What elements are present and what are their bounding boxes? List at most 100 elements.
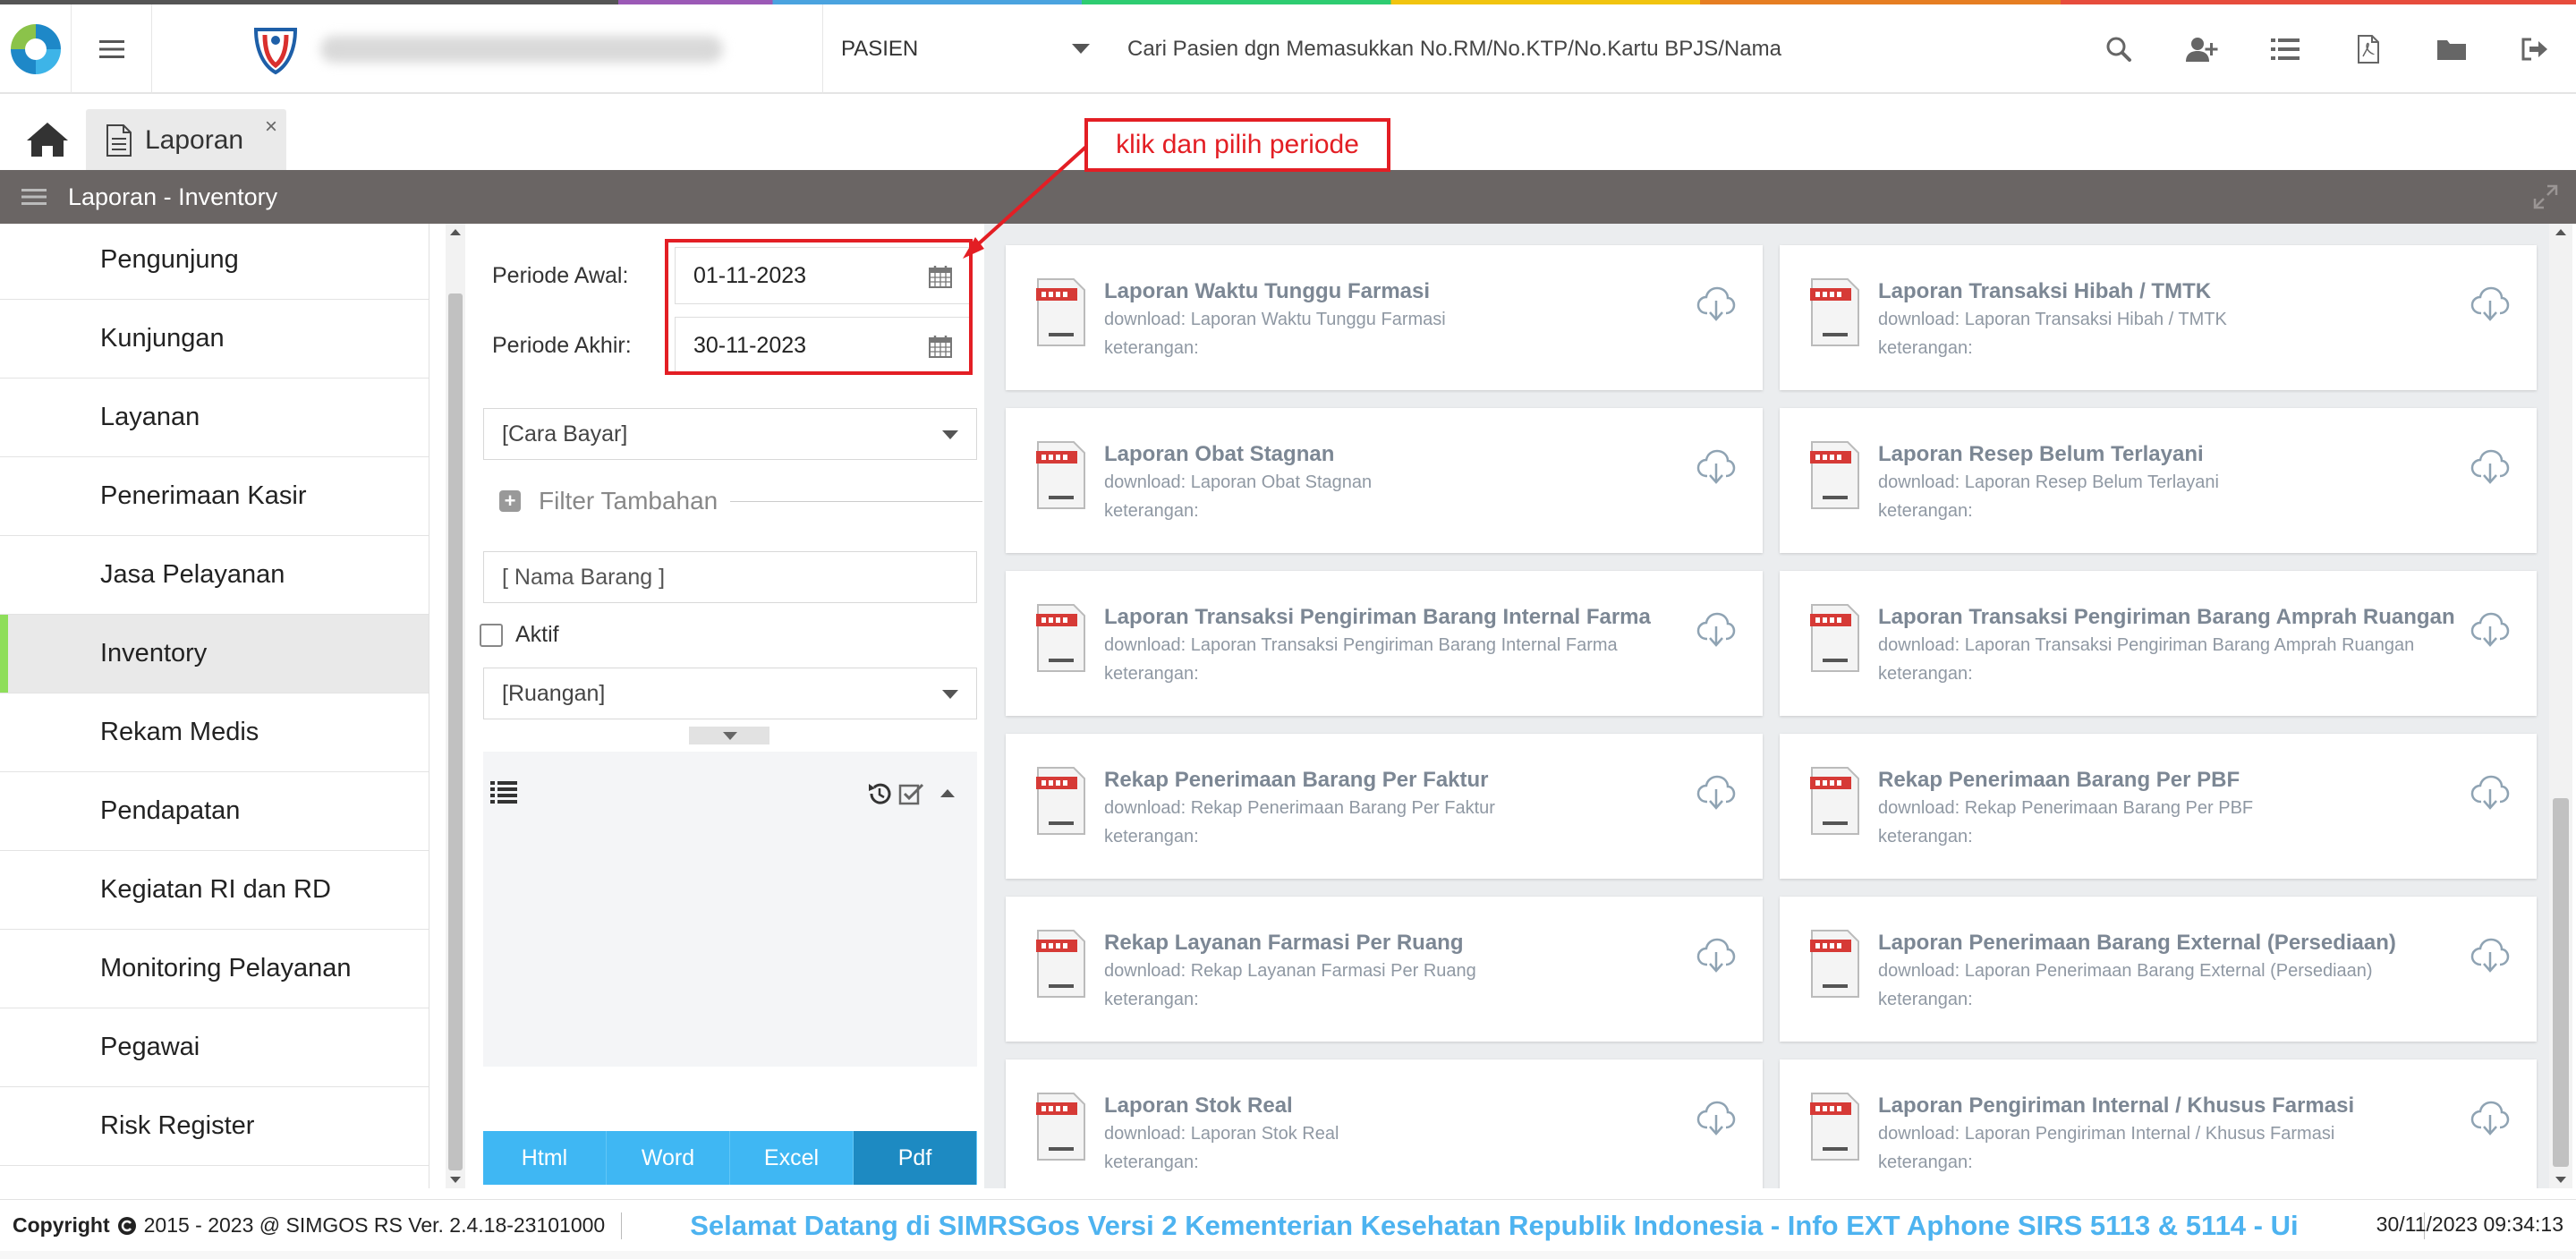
- sidebar-item-jasa-pelayanan[interactable]: Jasa Pelayanan: [0, 536, 429, 615]
- report-card[interactable]: Laporan Stok Real download: Laporan Stok …: [1006, 1059, 1763, 1188]
- sidebar-item-pegawai[interactable]: Pegawai: [0, 1008, 429, 1087]
- sidebar-item-layanan[interactable]: Layanan: [0, 379, 429, 457]
- export-word-button[interactable]: Word: [607, 1131, 730, 1185]
- scroll-thumb[interactable]: [2553, 798, 2569, 1167]
- report-card[interactable]: Laporan Transaksi Hibah / TMTK download: …: [1780, 245, 2537, 390]
- hamburger-menu-button[interactable]: [72, 4, 152, 94]
- report-title[interactable]: Laporan Waktu Tunggu Farmasi: [1104, 279, 1430, 304]
- cloud-download-icon[interactable]: [1696, 775, 1736, 811]
- report-title[interactable]: Laporan Stok Real: [1104, 1093, 1293, 1119]
- pdf-file-icon: [1810, 278, 1859, 346]
- export-html-button[interactable]: Html: [483, 1131, 607, 1185]
- pdf-file-icon: [1810, 441, 1859, 509]
- report-card[interactable]: Laporan Waktu Tunggu Farmasi download: La…: [1006, 245, 1763, 390]
- cloud-download-icon[interactable]: [1696, 612, 1736, 648]
- report-title[interactable]: Laporan Pengiriman Internal / Khusus Far…: [1878, 1093, 2354, 1119]
- report-card[interactable]: Laporan Obat Stagnan download: Laporan Ob…: [1006, 408, 1763, 553]
- report-title[interactable]: Laporan Transaksi Pengiriman Barang Inte…: [1104, 605, 1651, 630]
- export-excel-button[interactable]: Excel: [730, 1131, 854, 1185]
- report-card[interactable]: Laporan Pengiriman Internal / Khusus Far…: [1780, 1059, 2537, 1188]
- sidebar-item-inventory[interactable]: Inventory: [0, 615, 429, 693]
- search-button[interactable]: [2077, 4, 2160, 94]
- add-patient-button[interactable]: [2160, 4, 2243, 94]
- report-title[interactable]: Laporan Penerimaan Barang External (Pers…: [1878, 931, 2396, 956]
- panel-menu-icon[interactable]: [21, 186, 48, 208]
- pdf-file-icon: [1036, 604, 1085, 672]
- report-title[interactable]: Laporan Resep Belum Terlayani: [1878, 442, 2204, 467]
- logout-button[interactable]: [2493, 4, 2576, 94]
- report-card[interactable]: Laporan Resep Belum Terlayani download: L…: [1780, 408, 2537, 553]
- cloud-download-icon[interactable]: [2470, 775, 2510, 811]
- report-card[interactable]: Laporan Transaksi Pengiriman Barang Ampr…: [1780, 571, 2537, 716]
- patient-search-input[interactable]: Cari Pasien dgn Memasukkan No.RM/No.KTP/…: [1109, 4, 2049, 94]
- pdf-file-icon: [1036, 441, 1085, 509]
- report-card[interactable]: Rekap Penerimaan Barang Per Faktur downlo…: [1006, 734, 1763, 879]
- report-download-text: download: Laporan Transaksi Pengiriman B…: [1878, 635, 2415, 655]
- report-card[interactable]: Laporan Penerimaan Barang External (Pers…: [1780, 897, 2537, 1042]
- expand-icon[interactable]: [2533, 184, 2558, 209]
- history-icon[interactable]: [866, 780, 893, 807]
- home-button[interactable]: [25, 121, 70, 158]
- hospital-logo-icon: [253, 28, 298, 75]
- cloud-download-icon[interactable]: [2470, 612, 2510, 648]
- list-button[interactable]: [2243, 4, 2326, 94]
- tab-close-button[interactable]: ×: [265, 115, 277, 140]
- cloud-download-icon[interactable]: [2470, 449, 2510, 485]
- cloud-download-icon[interactable]: [1696, 1101, 1736, 1136]
- cloud-download-icon[interactable]: [1696, 449, 1736, 485]
- scroll-down-icon[interactable]: [2555, 1177, 2566, 1183]
- nama-barang-input[interactable]: [ Nama Barang ]: [483, 551, 977, 603]
- folder-icon: [2436, 40, 2466, 60]
- list-icon[interactable]: [490, 780, 517, 804]
- report-download-text: download: Laporan Obat Stagnan: [1104, 472, 1373, 492]
- cara-bayar-select[interactable]: [Cara Bayar]: [483, 408, 977, 460]
- report-title[interactable]: Rekap Layanan Farmasi Per Ruang: [1104, 931, 1463, 956]
- report-title[interactable]: Rekap Penerimaan Barang Per Faktur: [1104, 768, 1489, 793]
- report-card[interactable]: Laporan Transaksi Pengiriman Barang Inte…: [1006, 571, 1763, 716]
- report-card[interactable]: Rekap Layanan Farmasi Per Ruang download:…: [1006, 897, 1763, 1042]
- patient-type-select[interactable]: PASIEN: [823, 4, 1109, 94]
- cloud-download-icon[interactable]: [1696, 938, 1736, 974]
- scroll-thumb[interactable]: [448, 293, 463, 1170]
- report-keterangan: keterangan:: [1104, 501, 1199, 521]
- report-keterangan: keterangan:: [1104, 1153, 1199, 1172]
- cloud-download-icon[interactable]: [2470, 938, 2510, 974]
- tab-laporan[interactable]: Laporan ×: [86, 109, 286, 172]
- periode-awal-label: Periode Awal:: [492, 263, 629, 288]
- app-logo[interactable]: [0, 4, 72, 94]
- report-card[interactable]: Rekap Penerimaan Barang Per PBF download:…: [1780, 734, 2537, 879]
- scroll-down-icon[interactable]: [450, 1177, 461, 1183]
- sidebar-item-pengunjung[interactable]: Pengunjung: [0, 224, 429, 300]
- chevron-up-icon[interactable]: [939, 787, 956, 798]
- sidebar-item-rekam-medis[interactable]: Rekam Medis: [0, 693, 429, 772]
- scroll-up-icon[interactable]: [2555, 229, 2566, 235]
- report-title[interactable]: Rekap Penerimaan Barang Per PBF: [1878, 768, 2240, 793]
- aktif-label: Aktif: [515, 622, 559, 647]
- report-title[interactable]: Laporan Obat Stagnan: [1104, 442, 1334, 467]
- collapse-toggle[interactable]: [689, 727, 769, 744]
- report-grid-scrollbar[interactable]: [2549, 224, 2572, 1188]
- report-title[interactable]: Laporan Transaksi Pengiriman Barang Ampr…: [1878, 605, 2455, 630]
- sidebar-item-kunjungan[interactable]: Kunjungan: [0, 300, 429, 379]
- scroll-up-icon[interactable]: [450, 229, 461, 235]
- cloud-download-icon[interactable]: [2470, 1101, 2510, 1136]
- aktif-checkbox[interactable]: [480, 623, 503, 647]
- folder-button[interactable]: [2410, 4, 2493, 94]
- sidebar-item-penerimaan-kasir[interactable]: Penerimaan Kasir: [0, 457, 429, 536]
- filter-scrollbar[interactable]: [446, 224, 465, 1188]
- report-title[interactable]: Laporan Transaksi Hibah / TMTK: [1878, 279, 2211, 304]
- sidebar-item-kegiatan-ri-rd[interactable]: Kegiatan RI dan RD: [0, 851, 429, 930]
- cara-bayar-value: [Cara Bayar]: [502, 421, 628, 447]
- filter-tambahan-toggle[interactable]: + Filter Tambahan: [499, 483, 982, 519]
- check-square-icon[interactable]: [898, 780, 925, 807]
- pdf-document-button[interactable]: [2326, 4, 2410, 94]
- copyright-label: Copyright: [13, 1213, 110, 1237]
- sidebar-item-risk-register[interactable]: Risk Register: [0, 1087, 429, 1166]
- aktif-checkbox-row[interactable]: Aktif: [480, 622, 559, 648]
- cloud-download-icon[interactable]: [2470, 286, 2510, 322]
- sidebar-item-monitoring-pelayanan[interactable]: Monitoring Pelayanan: [0, 930, 429, 1008]
- cloud-download-icon[interactable]: [1696, 286, 1736, 322]
- ruangan-select[interactable]: [Ruangan]: [483, 668, 977, 719]
- export-pdf-button[interactable]: Pdf: [854, 1131, 977, 1185]
- sidebar-item-pendapatan[interactable]: Pendapatan: [0, 772, 429, 851]
